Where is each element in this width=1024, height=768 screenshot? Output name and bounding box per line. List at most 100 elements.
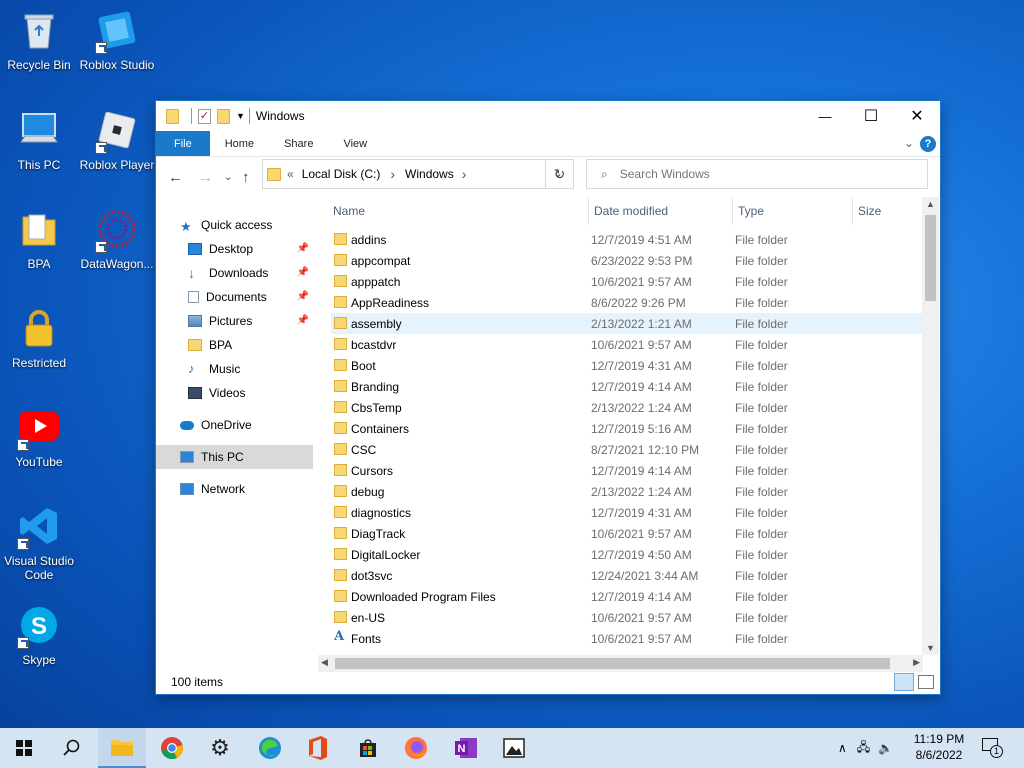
desktop-icon-bpa[interactable]: BPA — [0, 207, 78, 271]
table-row[interactable]: Boot 12/7/2019 4:31 AM File folder — [331, 355, 923, 376]
desktop-icon-skype[interactable]: S Skype — [0, 603, 78, 667]
taskbar-office[interactable] — [294, 728, 342, 768]
desktop-icon-datawagon[interactable]: DataWagon... — [78, 207, 156, 271]
desktop-icon-roblox-studio[interactable]: Roblox Studio — [78, 8, 156, 72]
scroll-down-icon[interactable]: ▼ — [926, 643, 935, 653]
nav-quick-access[interactable]: ★ Quick access — [156, 213, 313, 237]
customize-quick-access-icon[interactable]: ▼ — [236, 111, 245, 121]
table-row[interactable]: DigitalLocker 12/7/2019 4:50 AM File folde… — [331, 544, 923, 565]
table-row[interactable]: diagnostics 12/7/2019 4:31 AM File folder — [331, 502, 923, 523]
table-row[interactable]: AppReadiness 8/6/2022 9:26 PM File folder — [331, 292, 923, 313]
column-header-size[interactable]: Size — [858, 197, 918, 225]
search-box[interactable]: ⌕ — [586, 159, 928, 189]
close-button[interactable]: ✕ — [894, 101, 940, 131]
taskbar-photos[interactable] — [490, 728, 538, 768]
desktop-icon-this-pc[interactable]: This PC — [0, 108, 78, 172]
breadcrumb-separator[interactable]: › — [462, 166, 467, 182]
desktop-icon-youtube[interactable]: YouTube — [0, 405, 78, 469]
pin-icon[interactable]: 📌 — [297, 267, 309, 278]
desktop-icon-restricted[interactable]: Restricted — [0, 306, 78, 370]
search-input[interactable] — [619, 167, 900, 181]
table-row[interactable]: A Fonts 10/6/2021 9:57 AM File folder — [331, 628, 923, 649]
up-button[interactable]: ↑ — [242, 169, 250, 186]
scroll-right-icon[interactable]: ▶ — [913, 657, 920, 668]
desktop-icon-vscode[interactable]: Visual Studio Code — [0, 504, 78, 582]
table-row[interactable]: bcastdvr 10/6/2021 9:57 AM File folder — [331, 334, 923, 355]
minimize-button[interactable]: — — [802, 101, 848, 131]
pin-icon[interactable]: 📌 — [297, 315, 309, 326]
pin-icon[interactable]: 📌 — [297, 291, 309, 302]
horizontal-scrollbar[interactable]: ◀ ▶ — [318, 655, 923, 672]
table-row[interactable]: en-US 10/6/2021 9:57 AM File folder — [331, 607, 923, 628]
breadcrumb-overflow[interactable]: « — [287, 167, 294, 181]
search-button[interactable] — [48, 728, 96, 768]
desktop-icon-recycle-bin[interactable]: Recycle Bin — [0, 8, 78, 72]
nav-documents[interactable]: Documents 📌 — [156, 285, 313, 309]
column-divider[interactable] — [732, 197, 733, 225]
refresh-button[interactable]: ↻ — [545, 159, 574, 189]
column-divider[interactable] — [588, 197, 589, 225]
table-row[interactable]: Containers 12/7/2019 5:16 AM File folder — [331, 418, 923, 439]
expand-ribbon-icon[interactable]: ⌄ — [904, 136, 914, 150]
table-row[interactable]: Branding 12/7/2019 4:14 AM File folder — [331, 376, 923, 397]
address-bar[interactable]: « Local Disk (C:) › Windows › ⌄ — [262, 159, 574, 189]
table-row[interactable]: assembly 2/13/2022 1:21 AM File folder — [331, 313, 923, 334]
taskbar-settings[interactable]: ⚙ — [196, 728, 244, 768]
table-row[interactable]: appcompat 6/23/2022 9:53 PM File folder — [331, 250, 923, 271]
taskbar-file-explorer[interactable] — [98, 728, 146, 768]
nav-desktop[interactable]: Desktop 📌 — [156, 237, 313, 261]
nav-this-pc[interactable]: This PC — [156, 445, 313, 469]
tab-file[interactable]: File — [156, 131, 210, 156]
nav-downloads[interactable]: ↓ Downloads 📌 — [156, 261, 313, 285]
taskbar-chrome[interactable] — [148, 728, 196, 768]
table-row[interactable]: Cursors 12/7/2019 4:14 AM File folder — [331, 460, 923, 481]
scroll-thumb[interactable] — [925, 215, 936, 301]
table-row[interactable]: dot3svc 12/24/2021 3:44 AM File folder — [331, 565, 923, 586]
table-row[interactable]: addins 12/7/2019 4:51 AM File folder — [331, 229, 923, 250]
nav-pictures[interactable]: Pictures 📌 — [156, 309, 313, 333]
table-row[interactable]: apppatch 10/6/2021 9:57 AM File folder — [331, 271, 923, 292]
table-row[interactable]: CSC 8/27/2021 12:10 PM File folder — [331, 439, 923, 460]
new-folder-icon[interactable] — [217, 108, 230, 124]
details-view-button[interactable] — [894, 673, 914, 691]
network-status-icon[interactable]: 🖧 — [857, 738, 870, 759]
column-header-type[interactable]: Type — [738, 197, 848, 225]
column-divider[interactable] — [852, 197, 853, 225]
taskbar-onenote[interactable]: N — [442, 728, 490, 768]
column-header-name[interactable]: Name — [333, 197, 583, 225]
forward-button[interactable]: → — [198, 169, 213, 186]
tab-share[interactable]: Share — [269, 131, 328, 156]
show-hidden-icons-icon[interactable]: ∧ — [838, 741, 847, 755]
nav-bpa[interactable]: BPA — [156, 333, 313, 357]
breadcrumb-local-disk[interactable]: Local Disk (C:) — [302, 167, 381, 181]
maximize-button[interactable]: ☐ — [848, 101, 894, 131]
taskbar-firefox[interactable] — [392, 728, 440, 768]
taskbar-edge[interactable] — [246, 728, 294, 768]
nav-network[interactable]: Network — [156, 477, 313, 501]
table-row[interactable]: CbsTemp 2/13/2022 1:24 AM File folder — [331, 397, 923, 418]
table-row[interactable]: Downloaded Program Files 12/7/2019 4:14 A… — [331, 586, 923, 607]
column-header-date[interactable]: Date modified — [594, 197, 732, 225]
start-button[interactable] — [0, 728, 48, 768]
properties-icon[interactable]: ✓ — [198, 108, 211, 124]
help-icon[interactable]: ? — [920, 136, 936, 152]
table-row[interactable]: DiagTrack 10/6/2021 9:57 AM File folder — [331, 523, 923, 544]
volume-icon[interactable]: 🔈 — [878, 741, 893, 755]
scroll-up-icon[interactable]: ▲ — [926, 199, 935, 209]
taskbar-store[interactable] — [344, 728, 392, 768]
desktop-icon-roblox-player[interactable]: Roblox Player — [78, 108, 156, 172]
table-row[interactable]: debug 2/13/2022 1:24 AM File folder — [331, 481, 923, 502]
breadcrumb-windows[interactable]: Windows — [405, 167, 454, 181]
scroll-left-icon[interactable]: ◀ — [321, 657, 328, 668]
vertical-scrollbar[interactable]: ▲ ▼ — [922, 197, 939, 655]
nav-videos[interactable]: Videos — [156, 381, 313, 405]
scroll-thumb[interactable] — [335, 658, 890, 669]
nav-onedrive[interactable]: OneDrive — [156, 413, 313, 437]
recent-locations-icon[interactable]: ⌄ — [224, 172, 232, 183]
clock[interactable]: 11:19 PM 8/6/2022 — [908, 731, 970, 763]
pin-icon[interactable]: 📌 — [297, 243, 309, 254]
tab-view[interactable]: View — [328, 131, 382, 156]
tab-home[interactable]: Home — [210, 131, 269, 156]
back-button[interactable]: ← — [168, 169, 183, 186]
breadcrumb-separator[interactable]: › — [390, 166, 395, 182]
